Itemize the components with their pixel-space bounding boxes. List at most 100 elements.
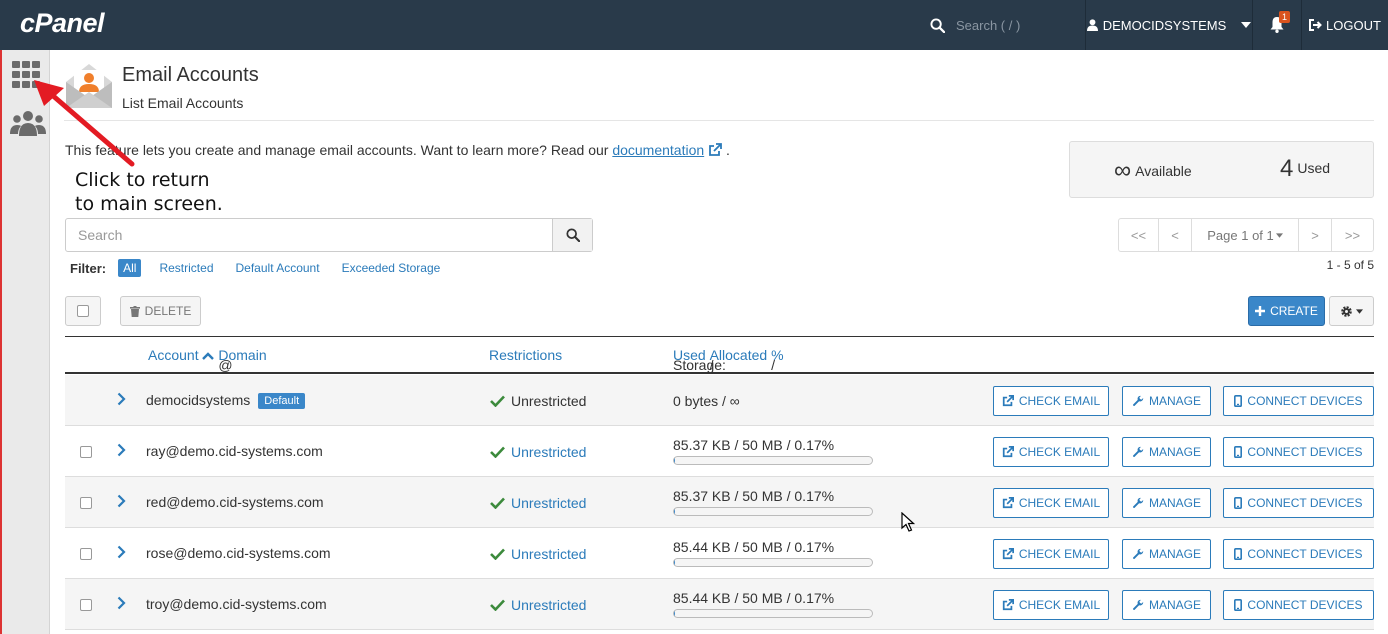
- connect-devices-button[interactable]: CONNECT DEVICES: [1223, 590, 1374, 620]
- row-checkbox[interactable]: [80, 599, 92, 611]
- storage-progress-fill: [674, 610, 675, 617]
- check-email-button[interactable]: CHECK EMAIL: [993, 488, 1109, 518]
- wrench-icon: [1132, 548, 1144, 560]
- available-stat: ∞ Available: [1114, 157, 1192, 185]
- caret-down-icon: [1275, 232, 1283, 238]
- chevron-right-icon[interactable]: [117, 596, 126, 610]
- documentation-link[interactable]: documentation: [612, 142, 704, 158]
- row-checkbox[interactable]: [80, 446, 92, 458]
- cpanel-logo[interactable]: cPanel: [20, 8, 105, 39]
- restriction-label[interactable]: Unrestricted: [511, 597, 586, 613]
- restriction-label[interactable]: Unrestricted: [511, 495, 586, 511]
- chevron-right-icon[interactable]: [117, 545, 126, 559]
- row-checkbox[interactable]: [80, 548, 92, 560]
- storage-text: 85.37 KB / 50 MB / 0.17%: [673, 437, 835, 453]
- search-icon: [918, 17, 956, 33]
- sort-account-link[interactable]: Account: [148, 347, 199, 363]
- connect-devices-button[interactable]: CONNECT DEVICES: [1223, 437, 1374, 467]
- search-input[interactable]: [66, 219, 551, 251]
- connect-devices-button[interactable]: CONNECT DEVICES: [1223, 386, 1374, 416]
- expand-row-toggle[interactable]: [117, 596, 126, 613]
- filter-all[interactable]: All: [118, 259, 142, 277]
- table-row: democidsystems Default Unrestricted 0 bytes…: [65, 375, 1374, 426]
- mobile-icon: [1234, 395, 1243, 407]
- external-link-icon: [1002, 599, 1014, 611]
- expand-row-toggle[interactable]: [117, 443, 126, 460]
- external-link-icon: [1002, 497, 1014, 509]
- manage-button[interactable]: MANAGE: [1122, 488, 1211, 518]
- check-icon: [490, 395, 505, 407]
- chevron-right-icon[interactable]: [117, 494, 126, 508]
- restriction-label[interactable]: Unrestricted: [511, 444, 586, 460]
- check-email-button[interactable]: CHECK EMAIL: [993, 539, 1109, 569]
- account-name-text: rose@demo.cid-systems.com: [146, 545, 331, 561]
- last-page-button[interactable]: >>: [1332, 219, 1373, 251]
- chevron-right-icon[interactable]: [117, 392, 126, 406]
- table-row: rose@demo.cid-systems.com Unrestricted 85.…: [65, 528, 1374, 579]
- external-link-icon: [709, 143, 722, 156]
- check-email-button[interactable]: CHECK EMAIL: [993, 386, 1109, 416]
- expand-row-toggle[interactable]: [117, 545, 126, 562]
- storage-text: 85.37 KB / 50 MB / 0.17%: [673, 488, 835, 504]
- external-link-icon: [1002, 548, 1014, 560]
- notifications-button[interactable]: 1: [1252, 0, 1301, 50]
- manage-button[interactable]: MANAGE: [1122, 437, 1211, 467]
- create-button[interactable]: CREATE: [1248, 296, 1325, 326]
- settings-button[interactable]: [1329, 296, 1374, 326]
- expand-row-toggle[interactable]: [117, 494, 126, 511]
- account-name: ray@demo.cid-systems.com: [146, 443, 323, 459]
- storage-progress-fill: [674, 559, 675, 566]
- filter-exceeded-storage[interactable]: Exceeded Storage: [342, 261, 441, 275]
- manage-button[interactable]: MANAGE: [1122, 539, 1211, 569]
- manage-button[interactable]: MANAGE: [1122, 386, 1211, 416]
- filter-restricted[interactable]: Restricted: [159, 261, 213, 275]
- filter-default-account[interactable]: Default Account: [236, 261, 320, 275]
- expand-row-toggle[interactable]: [117, 392, 126, 409]
- check-email-label: CHECK EMAIL: [1018, 445, 1101, 459]
- top-search[interactable]: Search ( / ): [918, 0, 1084, 50]
- logout-label: LOGOUT: [1326, 17, 1381, 33]
- check-icon: [490, 446, 505, 458]
- header-sep: /: [771, 357, 775, 373]
- connect-devices-label: CONNECT DEVICES: [1247, 445, 1363, 459]
- sort-restrictions-link[interactable]: Restrictions: [489, 347, 562, 363]
- check-email-button[interactable]: CHECK EMAIL: [993, 437, 1109, 467]
- delete-button[interactable]: DELETE: [120, 296, 201, 326]
- delete-label: DELETE: [144, 304, 192, 318]
- manage-label: MANAGE: [1148, 598, 1201, 612]
- wrench-icon: [1132, 599, 1144, 611]
- storage-info: 85.37 KB / 50 MB / 0.17%: [673, 437, 873, 465]
- check-icon: [490, 548, 505, 560]
- check-email-button[interactable]: CHECK EMAIL: [993, 590, 1109, 620]
- select-all-checkbox[interactable]: [65, 296, 101, 326]
- connect-devices-button[interactable]: CONNECT DEVICES: [1223, 488, 1374, 518]
- user-menu[interactable]: DEMOCIDSYSTEMS: [1085, 0, 1252, 50]
- account-name: red@demo.cid-systems.com: [146, 494, 324, 510]
- connect-devices-button[interactable]: CONNECT DEVICES: [1223, 539, 1374, 569]
- next-page-button[interactable]: >: [1299, 219, 1332, 251]
- storage-progress-bar: [673, 609, 873, 618]
- first-page-button[interactable]: <<: [1119, 219, 1159, 251]
- connect-devices-label: CONNECT DEVICES: [1247, 394, 1363, 408]
- top-search-input[interactable]: Search ( / ): [956, 18, 1020, 33]
- connect-devices-label: CONNECT DEVICES: [1247, 598, 1363, 612]
- manage-label: MANAGE: [1148, 547, 1201, 561]
- manage-label: MANAGE: [1148, 394, 1201, 408]
- restriction-label[interactable]: Unrestricted: [511, 546, 586, 562]
- check-email-label: CHECK EMAIL: [1018, 394, 1101, 408]
- prev-page-button[interactable]: <: [1159, 219, 1192, 251]
- storage-info: 85.44 KB / 50 MB / 0.17%: [673, 539, 873, 567]
- chevron-right-icon[interactable]: [117, 443, 126, 457]
- row-checkbox[interactable]: [80, 497, 92, 509]
- search-button[interactable]: [552, 219, 592, 251]
- logout-button[interactable]: LOGOUT: [1301, 0, 1388, 50]
- available-label: Available: [1135, 163, 1192, 179]
- page-select[interactable]: Page 1 of 1: [1192, 219, 1299, 251]
- manage-button[interactable]: MANAGE: [1122, 590, 1211, 620]
- account-name: democidsystems Default: [146, 392, 306, 409]
- mobile-icon: [1234, 497, 1243, 509]
- table-header: Account @ Domain Restrictions Storage: U…: [65, 336, 1374, 374]
- description-end: .: [725, 142, 730, 158]
- check-email-label: CHECK EMAIL: [1018, 547, 1101, 561]
- storage-text: 85.44 KB / 50 MB / 0.17%: [673, 590, 835, 606]
